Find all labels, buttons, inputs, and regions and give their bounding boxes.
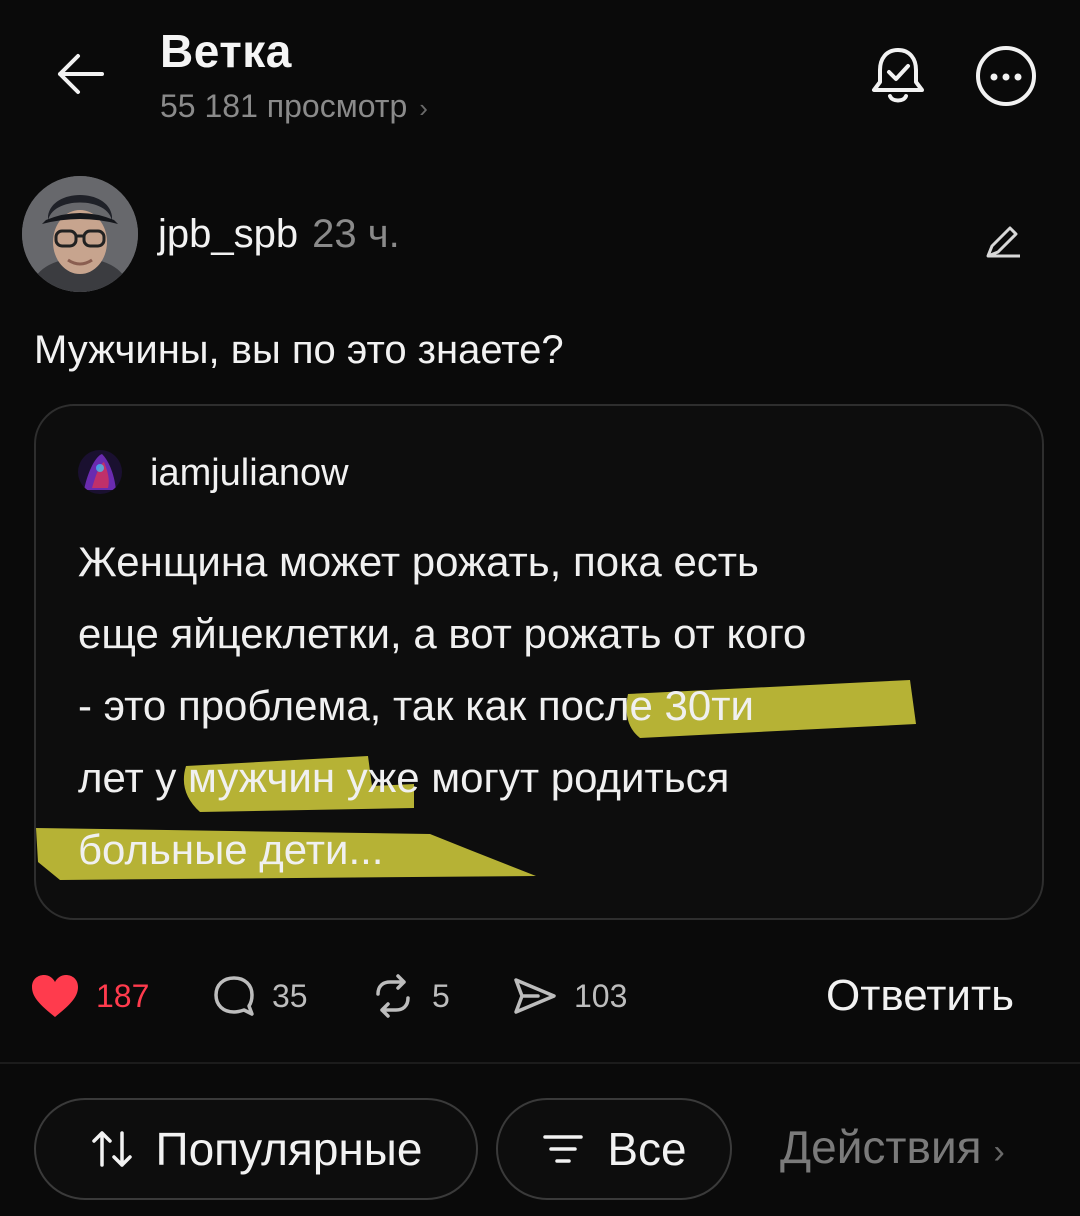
quote-text: Женщина может рожать, пока есть еще яйце… — [78, 526, 998, 886]
post-text: Мужчины, вы по это знаете? — [34, 328, 564, 372]
divider — [0, 1062, 1080, 1064]
more-button[interactable] — [974, 44, 1038, 108]
post-author[interactable]: jpb_spb — [158, 212, 298, 256]
comment-bubble-icon — [214, 976, 254, 1016]
share-button[interactable]: 103 — [512, 966, 627, 1026]
share-count: 103 — [574, 977, 628, 1014]
actions-label: Действия — [780, 1121, 982, 1173]
chevron-right-icon: › — [993, 1133, 1005, 1171]
bell-check-icon — [872, 48, 924, 103]
filter-label: Все — [607, 1123, 687, 1175]
repost-count: 5 — [432, 977, 450, 1014]
back-button[interactable] — [52, 50, 108, 98]
views-link[interactable]: 55 181 просмотр › — [160, 88, 428, 125]
send-icon — [514, 978, 556, 1014]
quote-line: лет у мужчин уже могут родиться — [78, 754, 730, 801]
like-count: 187 — [96, 977, 150, 1014]
arrow-left-icon — [58, 54, 104, 94]
quote-author[interactable]: iamjulianow — [150, 452, 349, 495]
quote-author-avatar[interactable] — [78, 450, 122, 494]
like-button[interactable]: 187 — [30, 966, 149, 1026]
sort-arrows-icon — [90, 1129, 134, 1169]
filter-lines-icon — [541, 1131, 585, 1167]
quote-line: - это проблема, так как после 30ти — [78, 682, 754, 729]
actions-link[interactable]: Действия › — [780, 1120, 1005, 1174]
reply-button[interactable]: Ответить — [826, 966, 1014, 1026]
chevron-right-icon: › — [419, 93, 428, 123]
views-count: 55 181 просмотр — [160, 88, 408, 124]
comment-count: 35 — [272, 977, 308, 1014]
repost-button[interactable]: 5 — [370, 966, 450, 1026]
quote-line: еще яйцеклетки, а вот рожать от кого — [78, 610, 807, 657]
sort-label: Популярные — [155, 1123, 423, 1175]
sort-popular-button[interactable]: Популярные — [34, 1098, 478, 1200]
heart-icon — [32, 975, 78, 1017]
pen-icon — [986, 226, 1020, 258]
edit-button[interactable] — [982, 218, 1026, 262]
filter-all-button[interactable]: Все — [496, 1098, 732, 1200]
more-circle-icon — [976, 46, 1036, 106]
quote-line: Женщина может рожать, пока есть — [78, 538, 759, 585]
subscribe-thread-button[interactable] — [868, 44, 928, 108]
repost-icon — [376, 974, 410, 1018]
quote-line: больные дети... — [78, 826, 384, 873]
post-author-line: jpb_spb 23 ч. — [158, 212, 400, 257]
page-title: Ветка — [160, 25, 292, 77]
comment-button[interactable]: 35 — [212, 966, 308, 1026]
post-time: 23 ч. — [312, 212, 400, 256]
avatar[interactable] — [22, 176, 138, 292]
